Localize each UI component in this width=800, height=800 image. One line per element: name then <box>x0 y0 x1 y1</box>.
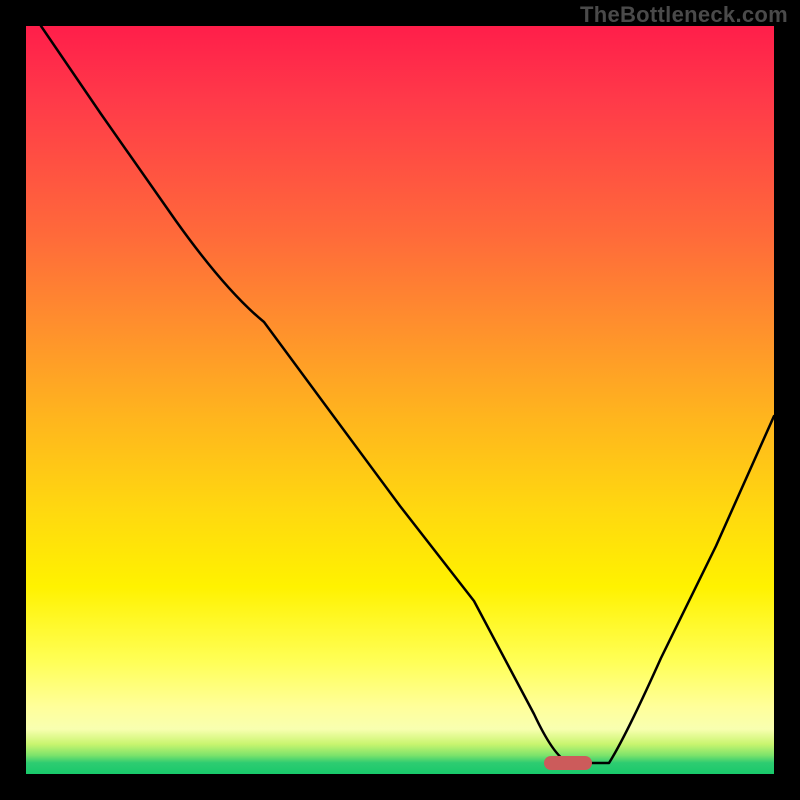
optimal-marker <box>544 756 592 770</box>
chart-frame: TheBottleneck.com <box>0 0 800 800</box>
bottleneck-curve <box>26 26 774 774</box>
curve-path <box>41 26 774 763</box>
plot-area <box>26 26 774 774</box>
watermark-text: TheBottleneck.com <box>580 2 788 28</box>
